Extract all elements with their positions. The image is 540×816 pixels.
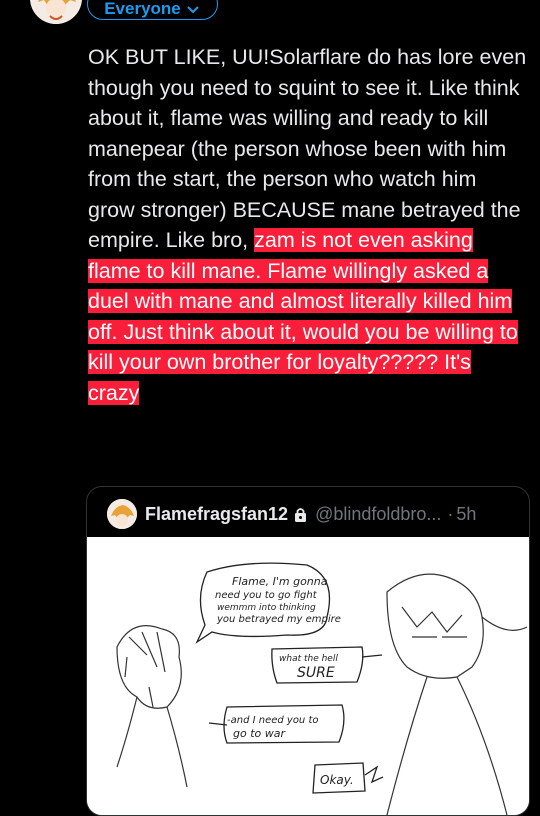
bubble2-line1: what the hell bbox=[279, 654, 338, 664]
quoted-handle[interactable]: @blindfoldbro... bbox=[315, 504, 441, 525]
chevron-down-icon bbox=[187, 6, 199, 14]
bubble1-line2: need you to go fight bbox=[215, 590, 318, 601]
bubble3-line2: go to war bbox=[233, 727, 286, 740]
bubble1-line4: you betrayed my empire bbox=[216, 614, 341, 625]
header-separator: · bbox=[447, 503, 454, 524]
quoted-display-name[interactable]: Flamefragsfan12 bbox=[145, 504, 288, 525]
author-avatar[interactable] bbox=[30, 0, 82, 24]
quoted-post-card[interactable]: Flamefragsfan12 @blindfoldbro... · 5h Fl… bbox=[86, 486, 530, 816]
bubble2-line2: SURE bbox=[297, 665, 335, 681]
speech-bubble-1: Flame, I'm gonna need you to go fight we… bbox=[195, 562, 341, 644]
post-text-plain: OK BUT LIKE, UU!Solarflare do has lore e… bbox=[88, 45, 527, 252]
quoted-avatar-art bbox=[107, 499, 137, 529]
quoted-author-avatar[interactable] bbox=[107, 499, 137, 529]
speech-bubble-3: -and I need you to go to war bbox=[208, 704, 345, 744]
quoted-post-header: Flamefragsfan12 @blindfoldbro... · 5h bbox=[107, 499, 476, 529]
quoted-comic-image[interactable]: Flame, I'm gonna need you to go fight we… bbox=[87, 537, 529, 815]
bubble1-line3: wemmm into thinking bbox=[217, 603, 316, 613]
bubble4-line1: Okay. bbox=[320, 773, 354, 787]
bubble3-line1: -and I need you to bbox=[227, 715, 319, 726]
post-text-highlighted: zam is not even asking flame to kill man… bbox=[88, 228, 518, 405]
post-text: OK BUT LIKE, UU!Solarflare do has lore e… bbox=[88, 42, 528, 408]
lock-icon bbox=[295, 507, 307, 522]
bubble1-line1: Flame, I'm gonna bbox=[232, 575, 328, 588]
avatar-art bbox=[30, 0, 82, 24]
audience-selector-button[interactable]: Everyone bbox=[87, 0, 218, 20]
audience-label: Everyone bbox=[104, 0, 181, 18]
quoted-timestamp[interactable]: 5h bbox=[456, 504, 476, 525]
